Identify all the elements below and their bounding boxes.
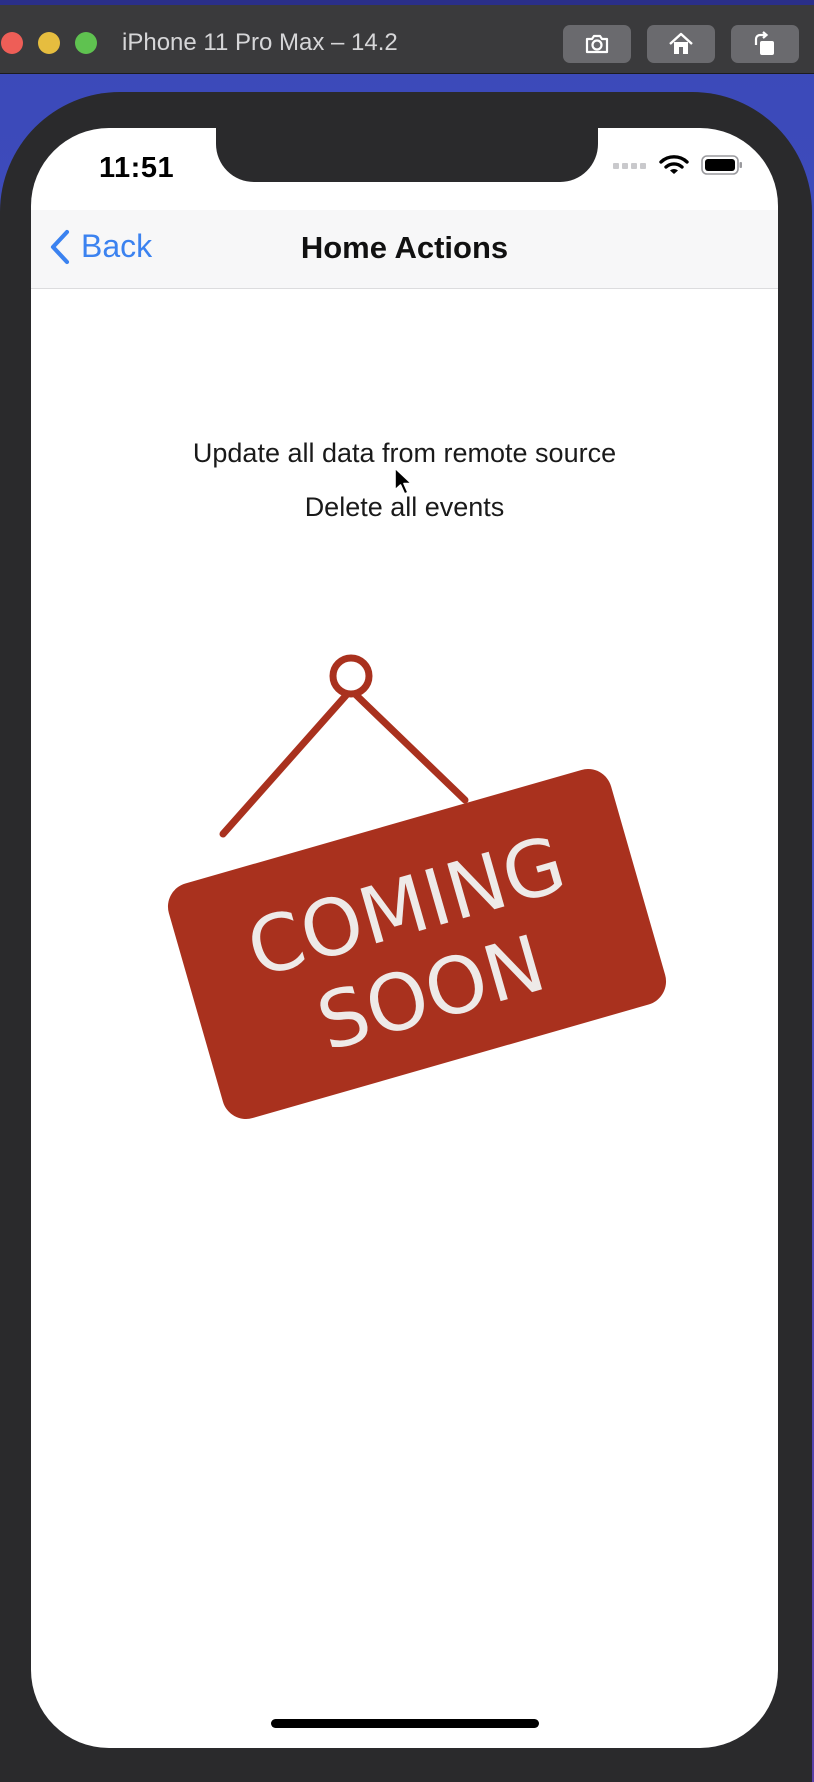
status-time: 11:51 [99, 152, 175, 184]
simulator-desktop: iPhone 11 Pro Max – 14.2 11:51 Back Home… [0, 0, 814, 1782]
coming-soon-sign-illustration: COMING SOON [167, 654, 667, 1119]
wifi-icon [659, 155, 689, 174]
mouse-pointer-icon [394, 467, 413, 495]
home-icon [669, 32, 693, 54]
camera-icon [585, 34, 609, 54]
notch [216, 128, 598, 182]
update-all-data-button[interactable]: Update all data from remote source [31, 438, 778, 469]
cellular-signal-icon [613, 163, 646, 169]
status-icons [613, 154, 743, 176]
close-window-button[interactable] [1, 32, 23, 54]
screenshot-button[interactable] [563, 25, 631, 63]
zoom-window-button[interactable] [75, 32, 97, 54]
window-title: iPhone 11 Pro Max – 14.2 [122, 29, 398, 56]
minimize-window-button[interactable] [38, 32, 60, 54]
phone-screen: 11:51 Back Home Actions Update all data … [31, 128, 778, 1748]
page-title: Home Actions [300, 230, 509, 265]
home-indicator[interactable] [271, 1719, 539, 1728]
battery-icon [701, 155, 742, 175]
rotate-button[interactable] [731, 25, 799, 63]
navigation-bar: Back Home Actions [31, 210, 778, 289]
home-button[interactable] [647, 25, 715, 63]
rotate-icon [754, 31, 774, 55]
simulator-titlebar: iPhone 11 Pro Max – 14.2 [0, 0, 814, 74]
